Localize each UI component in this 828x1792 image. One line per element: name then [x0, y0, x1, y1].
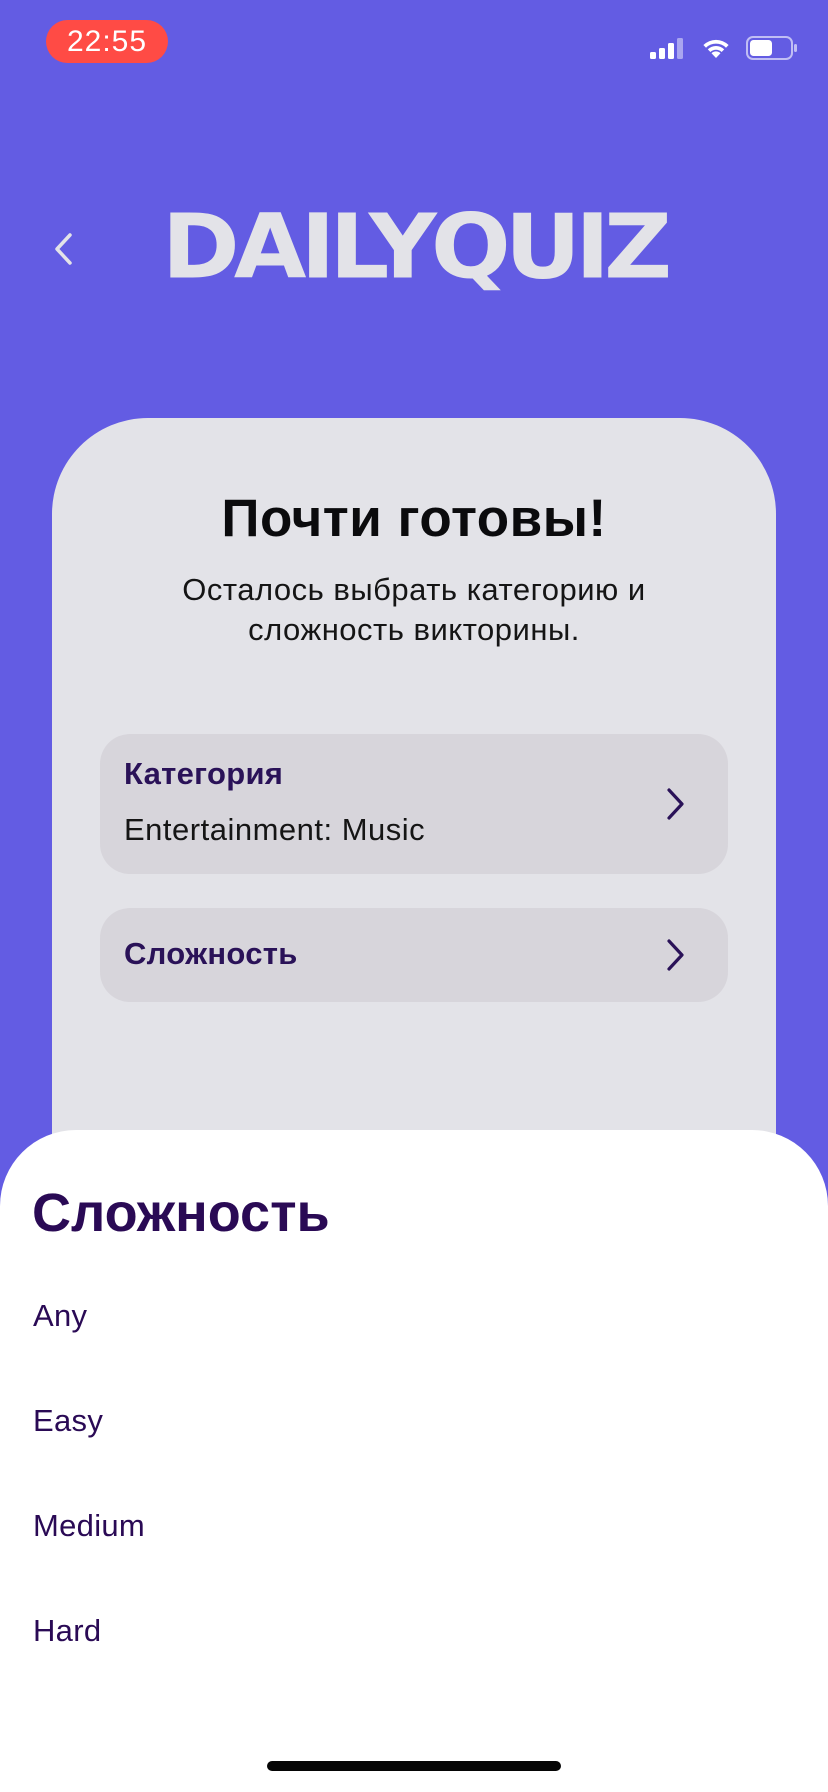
- category-label: Категория: [124, 756, 284, 791]
- chevron-right-icon: [667, 788, 684, 820]
- app-logo: DAILYQUIZ: [161, 195, 672, 300]
- category-value: Entertainment: Music: [124, 812, 426, 847]
- difficulty-selector[interactable]: Сложность: [100, 908, 728, 1002]
- difficulty-label: Сложность: [124, 936, 298, 971]
- sheet-title: Сложность: [32, 1183, 330, 1243]
- wifi-icon: [703, 39, 729, 58]
- card-subtitle-line1: Осталось выбрать категорию и: [182, 572, 646, 607]
- home-indicator[interactable]: [267, 1761, 561, 1771]
- status-icons: [650, 34, 798, 62]
- battery-icon: [746, 36, 797, 60]
- difficulty-option-any[interactable]: Any: [33, 1298, 87, 1334]
- category-selector[interactable]: Категория Entertainment: Music: [100, 734, 728, 874]
- difficulty-option-medium[interactable]: Medium: [33, 1508, 145, 1544]
- status-time: 22:55: [46, 20, 168, 63]
- card-subtitle-line2: сложность викторины.: [248, 612, 580, 647]
- difficulty-option-easy[interactable]: Easy: [33, 1403, 103, 1439]
- difficulty-sheet: Сложность Any Easy Medium Hard: [0, 1130, 828, 1792]
- cellular-signal-icon: [650, 38, 683, 59]
- card-title: Почти готовы!: [221, 489, 607, 548]
- difficulty-option-hard[interactable]: Hard: [33, 1613, 101, 1649]
- chevron-right-icon: [667, 939, 684, 971]
- card-subtitle: Осталось выбрать категорию и сложность в…: [112, 570, 716, 650]
